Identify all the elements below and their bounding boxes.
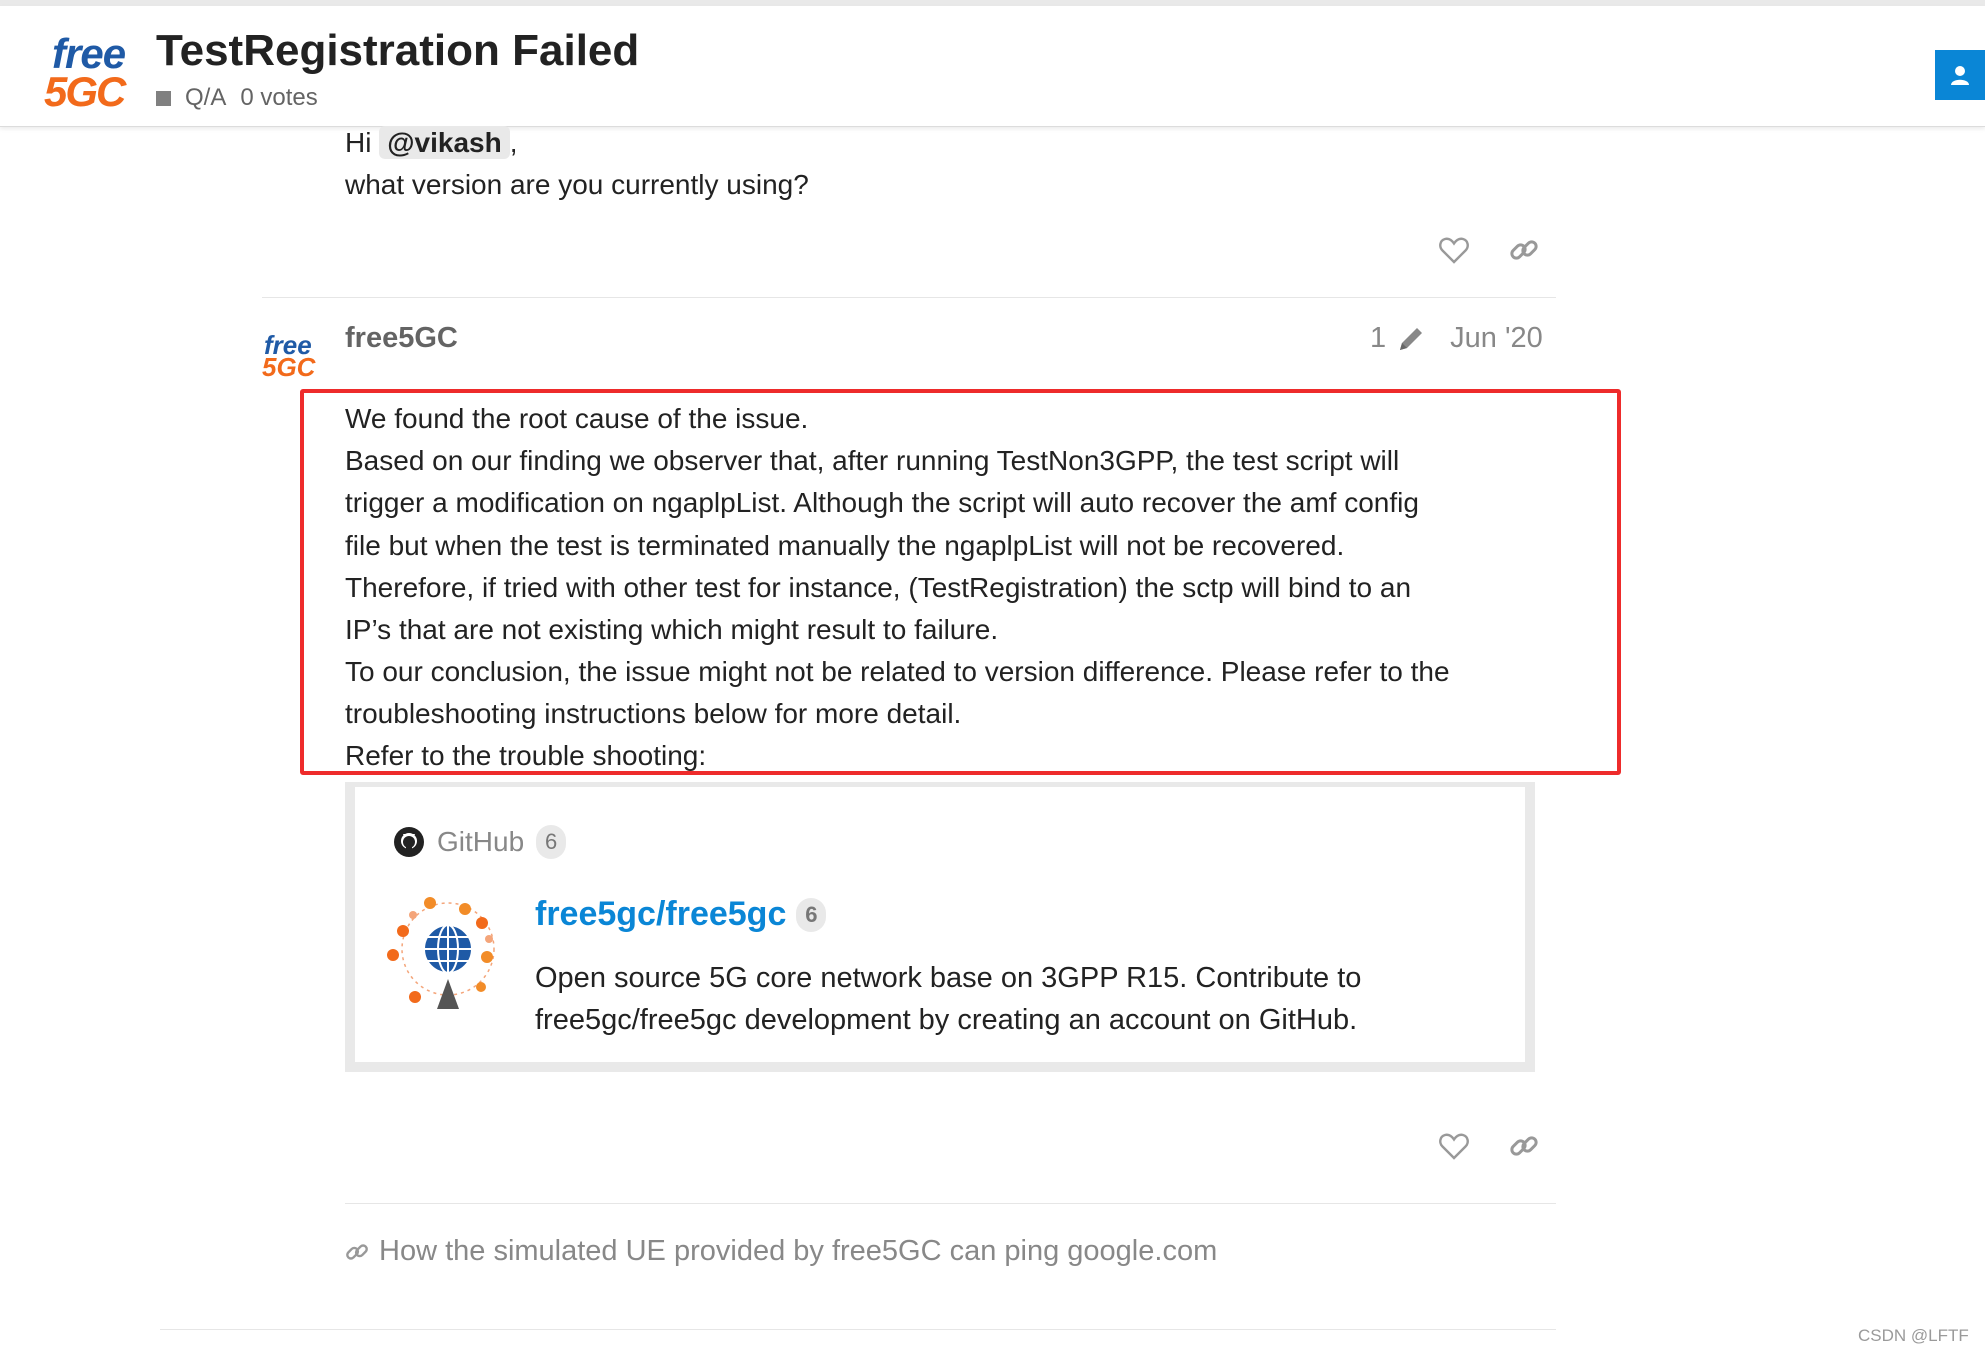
user-icon: [1951, 66, 1969, 85]
post-date[interactable]: Jun '20: [1450, 322, 1543, 355]
post-meta: 1 Jun '20: [1370, 322, 1543, 355]
onebox-description: Open source 5G core network base on 3GPP…: [535, 957, 1435, 1041]
share-link-button[interactable]: [1506, 232, 1542, 268]
link-icon: [1510, 240, 1538, 260]
linked-topic[interactable]: How the simulated UE provided by free5GC…: [345, 1235, 1217, 1268]
category-link[interactable]: Q/A: [185, 84, 226, 112]
post-divider: [345, 1203, 1556, 1204]
post-divider: [262, 297, 1556, 298]
avatar[interactable]: free 5GC: [262, 330, 318, 382]
reply-greeting-line: Hi @vikash,: [345, 122, 518, 164]
source-click-count: 6: [536, 825, 567, 859]
reply-question: what version are you currently using?: [345, 169, 809, 200]
topic-title[interactable]: TestRegistration Failed: [156, 26, 639, 76]
onebox-source-label[interactable]: GitHub: [437, 826, 524, 858]
like-button[interactable]: [1436, 1128, 1472, 1164]
onebox-description-line: Open source 5G core network base on 3GPP…: [535, 962, 1362, 994]
topic-meta: Q/A 0 votes: [156, 84, 318, 112]
github-icon: [394, 827, 424, 857]
greeting-comma: ,: [509, 127, 518, 158]
highlight-annotation-box: [300, 389, 1621, 775]
category-square-icon: [156, 90, 171, 106]
heart-icon: [1439, 1133, 1469, 1160]
like-button[interactable]: [1436, 232, 1472, 268]
site-logo[interactable]: free 5GC: [44, 30, 134, 115]
link-icon: [346, 1243, 368, 1260]
github-onebox[interactable]: GitHub 6 free5gc/free5gc 6 Open source 5…: [345, 782, 1535, 1072]
share-link-button[interactable]: [1506, 1128, 1542, 1164]
edit-count[interactable]: 1: [1370, 322, 1386, 355]
greeting-text: Hi: [345, 127, 372, 158]
repo-link[interactable]: free5gc/free5gc: [535, 895, 786, 934]
repo-thumbnail[interactable]: [385, 887, 511, 1017]
user-menu-button[interactable]: [1935, 50, 1985, 100]
watermark: CSDN @LFTF: [1858, 1326, 1969, 1345]
logo-text-bottom: 5GC: [44, 68, 126, 115]
user-mention[interactable]: @vikash: [379, 126, 510, 159]
network-globe-icon: [387, 897, 495, 1009]
onebox-repo-title[interactable]: free5gc/free5gc 6: [535, 895, 827, 934]
link-icon: [1510, 1136, 1538, 1156]
onebox-source[interactable]: GitHub 6: [393, 825, 567, 859]
heart-icon: [1439, 237, 1469, 264]
avatar-text-bottom: 5GC: [262, 352, 316, 382]
post-username[interactable]: free5GC: [345, 322, 458, 355]
linked-topic-title[interactable]: How the simulated UE provided by free5GC…: [379, 1235, 1217, 1268]
onebox-description-line: free5gc/free5gc development by creating …: [535, 1004, 1358, 1036]
votes-count: 0 votes: [240, 84, 318, 111]
pencil-icon[interactable]: [1396, 324, 1426, 354]
repo-click-count: 6: [796, 897, 827, 932]
topic-header: free 5GC TestRegistration Failed Q/A 0 v…: [0, 6, 1985, 127]
section-divider: [160, 1329, 1556, 1330]
